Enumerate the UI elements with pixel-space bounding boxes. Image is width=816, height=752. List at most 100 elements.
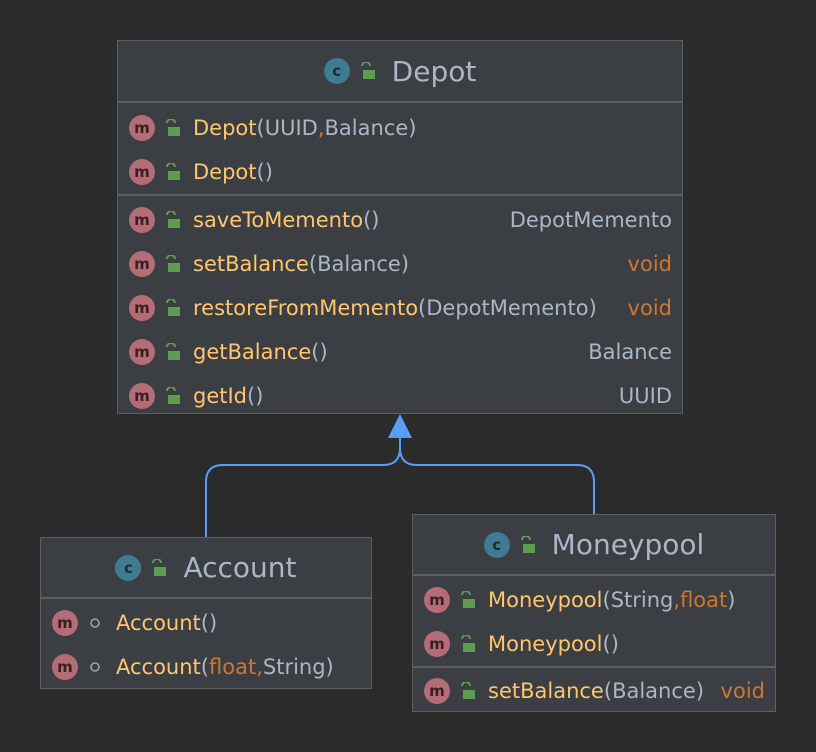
param-type: float [680, 588, 728, 612]
open-lock-icon [166, 387, 180, 404]
class-depot[interactable]: c Depot m Depot(UUID, Balance) m Depot() ms… [117, 40, 683, 414]
member-name: Depot [193, 160, 257, 184]
class-c-icon: c [483, 531, 510, 558]
member-signature: Moneypool(String, float) [488, 588, 735, 612]
member-name: getId [193, 384, 248, 408]
member-signature: saveToMemento() [193, 208, 379, 232]
paren-open: ( [200, 655, 209, 679]
class-account-header: c Account [41, 538, 371, 599]
paren-open: ( [602, 632, 611, 656]
open-lock-icon [152, 558, 167, 576]
member-row[interactable]: m setBalance(Balance) void [118, 242, 682, 286]
param-type: DepotMemento [426, 296, 589, 320]
member-name: Depot [193, 116, 257, 140]
member-row[interactable]: m getBalance() Balance [118, 330, 682, 374]
member-row[interactable]: m Depot(UUID, Balance) [118, 106, 682, 150]
member-name: Moneypool [488, 632, 603, 656]
paren-open: ( [603, 679, 613, 703]
param-separator: , [256, 655, 263, 679]
member-row[interactable]: m Moneypool(String, float) [413, 578, 775, 622]
class-c-icon: c [115, 554, 142, 581]
paren-open: ( [256, 116, 265, 140]
paren-open: ( [200, 611, 209, 635]
open-lock-icon [166, 163, 180, 180]
param-separator: , [317, 116, 325, 140]
open-lock-icon [520, 535, 535, 553]
member-signature: Account() [116, 611, 217, 635]
param-type: UUID [264, 116, 318, 140]
open-lock-icon [166, 299, 180, 316]
class-moneypool[interactable]: c Moneypool m Moneypool(String, float) m Mo… [412, 514, 776, 712]
param-type: Balance [612, 679, 696, 703]
member-row[interactable]: m Account(float, String) [41, 645, 371, 689]
method-m-icon: m [129, 159, 155, 185]
paren-close: ) [325, 655, 334, 679]
paren-close: ) [209, 611, 218, 635]
class-account-name: Account [183, 551, 297, 584]
paren-open: ( [247, 384, 256, 408]
method-m-icon: m [129, 295, 155, 321]
member-name: saveToMemento [193, 208, 364, 232]
member-signature: getId() [193, 384, 263, 408]
param-type: Balance [317, 252, 401, 276]
member-return-type: void [627, 296, 672, 320]
member-name: restoreFromMemento [193, 296, 419, 320]
member-name: Account [116, 611, 201, 635]
account-constructors: m Account() m Account(float, String) [41, 599, 371, 689]
open-lock-icon [461, 591, 475, 608]
depot-constructors: m Depot(UUID, Balance) m Depot() [118, 103, 682, 194]
member-row[interactable]: m restoreFromMemento(DepotMemento) void [118, 286, 682, 330]
member-row[interactable]: m Moneypool() [413, 622, 775, 666]
member-signature: setBalance(Balance) [193, 252, 409, 276]
paren-open: ( [418, 296, 427, 320]
paren-open: ( [363, 208, 372, 232]
class-moneypool-header: c Moneypool [413, 515, 775, 576]
member-row[interactable]: m Account() [41, 601, 371, 645]
method-m-icon: m [52, 610, 78, 636]
moneypool-methods: m setBalance(Balance) void [413, 668, 775, 713]
param-separator: , [673, 588, 681, 612]
param-type: String [610, 588, 674, 612]
paren-close: ) [727, 588, 736, 612]
package-private-dot-icon [90, 662, 100, 672]
member-row[interactable]: m Depot() [118, 150, 682, 194]
class-account[interactable]: c Account m Account() m Account(float, Stri… [40, 537, 372, 689]
param-type: Balance [324, 116, 409, 140]
paren-close: ) [695, 679, 705, 703]
paren-close: ) [371, 208, 380, 232]
method-m-icon: m [424, 678, 450, 704]
method-m-icon: m [129, 383, 155, 409]
member-name: setBalance [488, 679, 604, 703]
open-lock-icon [166, 343, 180, 360]
method-m-icon: m [424, 631, 450, 657]
class-depot-name: Depot [391, 54, 477, 88]
member-signature: setBalance(Balance) [488, 679, 704, 703]
method-m-icon: m [129, 339, 155, 365]
member-name: getBalance [193, 340, 312, 364]
member-signature: Depot() [193, 160, 273, 184]
param-type: float [209, 655, 257, 679]
paren-open: ( [602, 588, 611, 612]
member-signature: Moneypool() [488, 632, 619, 656]
package-private-dot-icon [90, 618, 100, 628]
edge-account-to-depot [205, 438, 401, 537]
paren-close: ) [610, 632, 619, 656]
method-m-icon: m [52, 654, 78, 680]
member-name: Moneypool [488, 588, 603, 612]
open-lock-icon [166, 255, 180, 272]
paren-close: ) [588, 296, 597, 320]
member-row[interactable]: m getId() UUID [118, 374, 682, 418]
member-name: Account [116, 655, 201, 679]
member-return-type: void [627, 252, 672, 276]
paren-open: ( [311, 340, 320, 364]
paren-open: ( [256, 160, 265, 184]
method-m-icon: m [129, 251, 155, 277]
member-row[interactable]: m saveToMemento() DepotMemento [118, 198, 682, 242]
member-signature: Account(float, String) [116, 655, 334, 679]
method-m-icon: m [129, 115, 155, 141]
member-return-type: Balance [588, 340, 672, 364]
member-row[interactable]: m setBalance(Balance) void [413, 669, 775, 713]
paren-close: ) [255, 384, 264, 408]
paren-close: ) [400, 252, 410, 276]
member-signature: getBalance() [193, 340, 328, 364]
